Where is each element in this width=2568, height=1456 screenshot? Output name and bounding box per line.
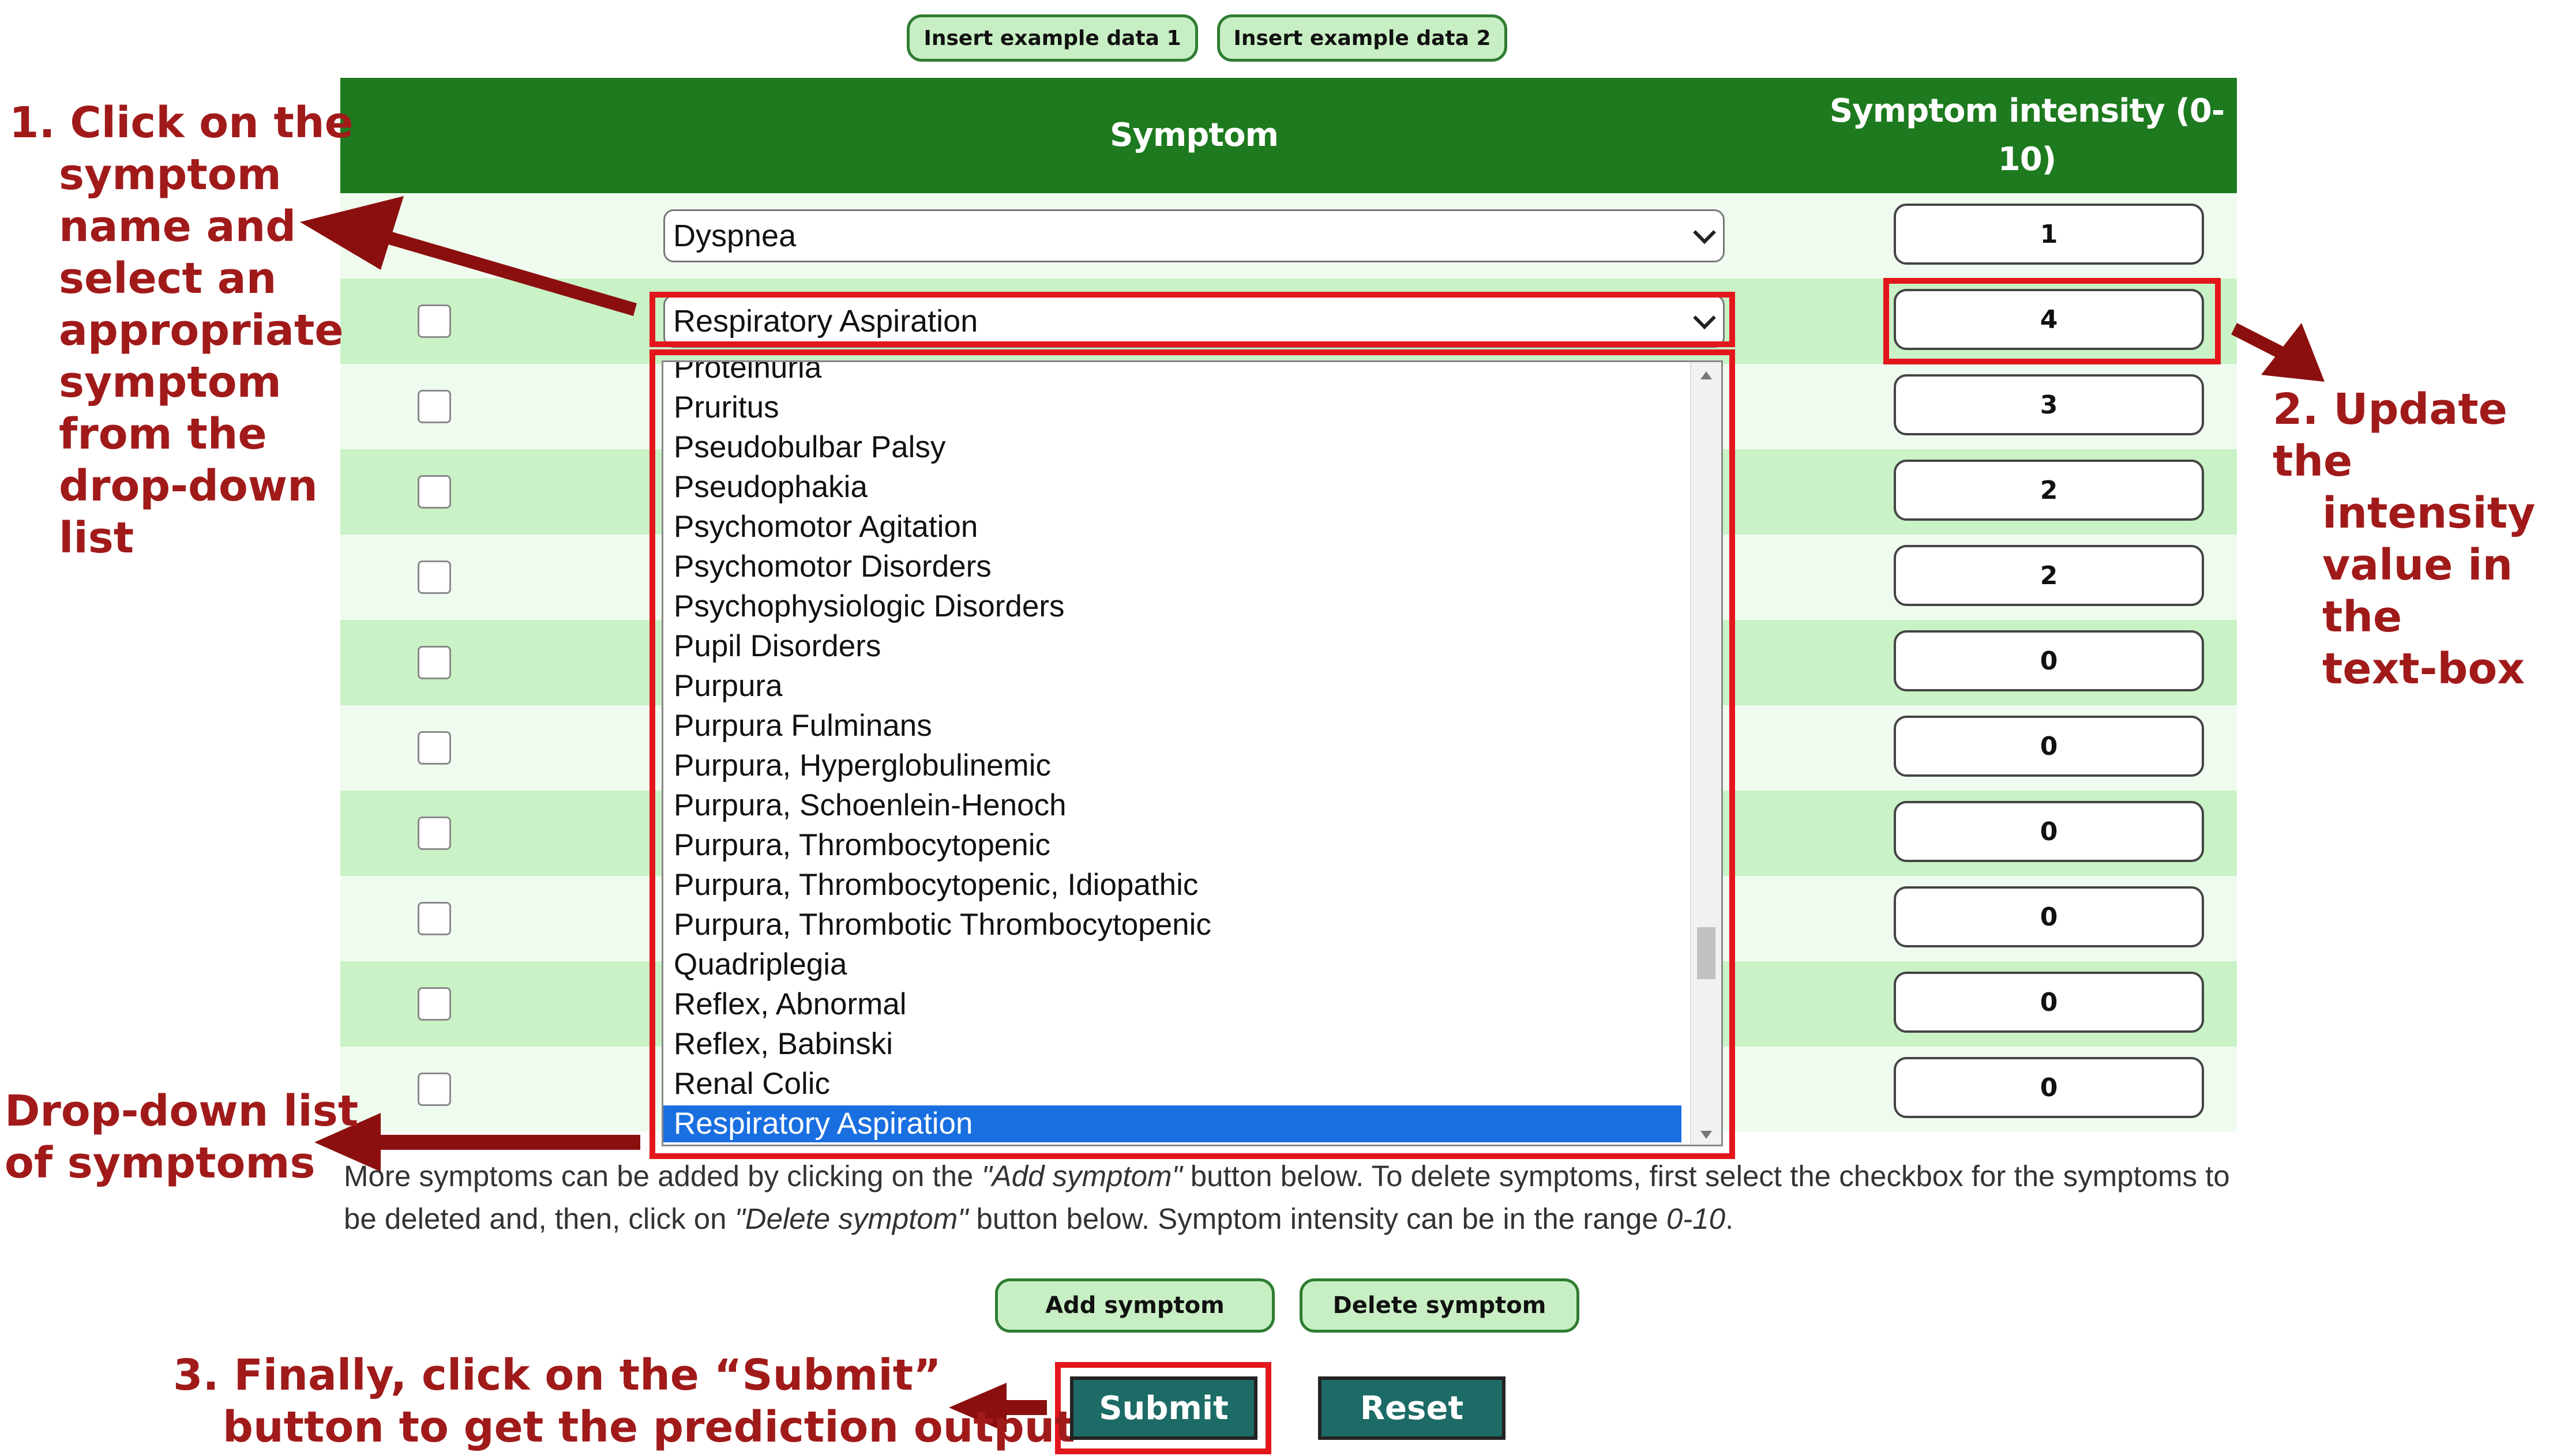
annotation-line: text-box bbox=[2322, 644, 2525, 694]
annotation-line: of symptoms bbox=[5, 1138, 316, 1188]
help-text-part: More symptoms can be added by clicking o… bbox=[344, 1160, 982, 1192]
annotation-line: name and bbox=[59, 202, 296, 251]
help-delete-ref: "Delete symptom" bbox=[734, 1202, 968, 1235]
annotation-step1: 1. Click on the symptom name and select … bbox=[9, 97, 354, 564]
annotation-line: intensity bbox=[2322, 488, 2536, 538]
help-text-part: . bbox=[1725, 1202, 1734, 1235]
annotation-line: button to get the prediction output bbox=[223, 1402, 1075, 1452]
help-text-part: button below. Symptom intensity can be i… bbox=[968, 1202, 1666, 1235]
help-text: More symptoms can be added by clicking o… bbox=[344, 1155, 2247, 1240]
annotation-dropdown-note: Drop-down list of symptoms bbox=[5, 1085, 358, 1189]
annotation-line: value in the bbox=[2322, 540, 2513, 642]
annotation-line: from the bbox=[59, 409, 267, 459]
annotation-step3: 3. Finally, click on the “Submit” button… bbox=[173, 1349, 1075, 1453]
annotation-step2: 2. Update the intensity value in the tex… bbox=[2273, 383, 2568, 695]
annotation-line: drop-down bbox=[59, 461, 318, 511]
annotation-line: Drop-down list bbox=[5, 1086, 359, 1136]
delete-symptom-button[interactable]: Delete symptom bbox=[1300, 1278, 1579, 1333]
add-symptom-button[interactable]: Add symptom bbox=[995, 1278, 1275, 1333]
reset-button[interactable]: Reset bbox=[1318, 1376, 1505, 1440]
annotation-line: 3. Finally, click on the “Submit” bbox=[173, 1350, 941, 1400]
submit-button[interactable]: Submit bbox=[1070, 1376, 1257, 1440]
annotation-line: list bbox=[59, 513, 134, 563]
help-range: 0-10 bbox=[1666, 1202, 1725, 1235]
annotation-line: 2. Update the bbox=[2273, 385, 2507, 486]
annotation-line: symptom bbox=[59, 358, 281, 407]
annotation-line: select an bbox=[59, 254, 277, 303]
annotation-line: appropriate bbox=[59, 306, 344, 355]
annotation-line: symptom bbox=[59, 150, 281, 200]
annotation-line: 1. Click on the bbox=[9, 98, 354, 148]
arrow-right-icon bbox=[2231, 323, 2325, 382]
help-add-ref: "Add symptom" bbox=[981, 1160, 1182, 1192]
